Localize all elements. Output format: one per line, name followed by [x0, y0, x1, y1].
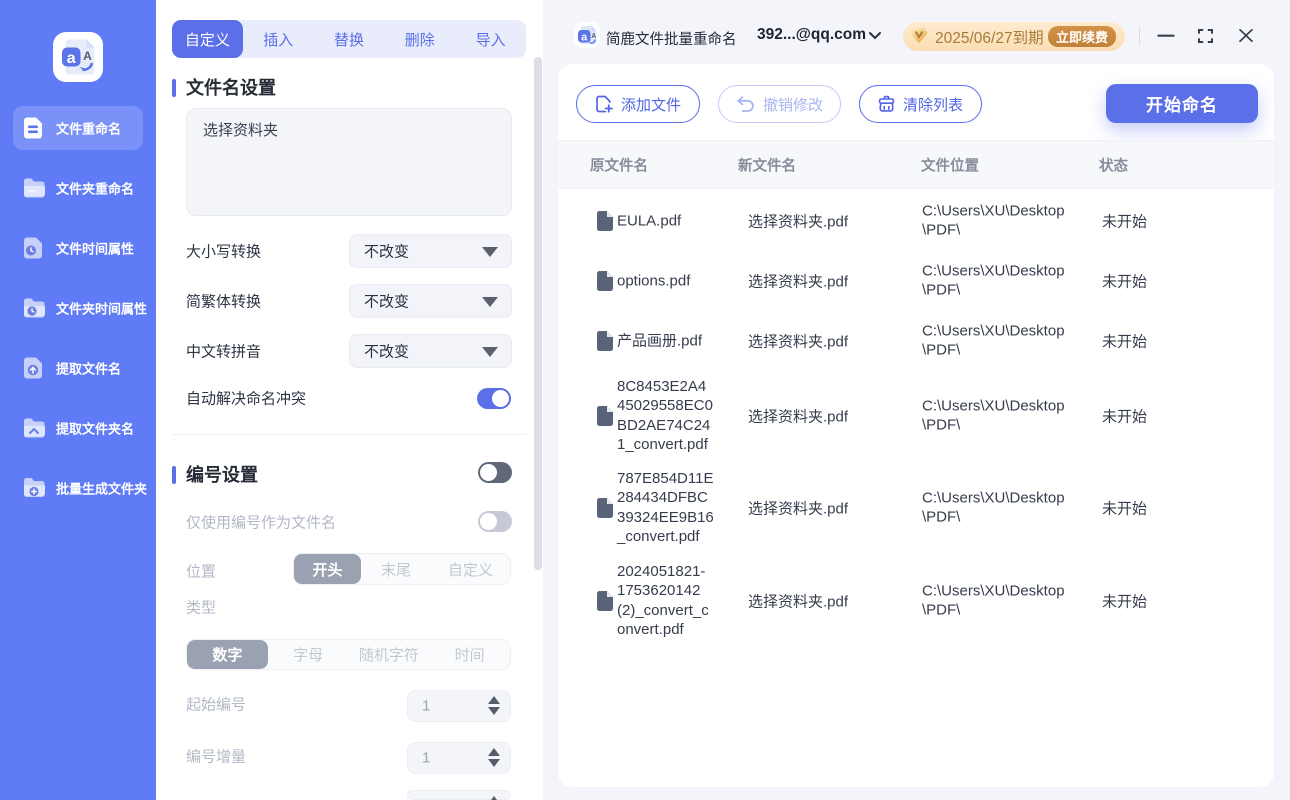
- svg-text:a: a: [67, 50, 76, 67]
- svg-text:A: A: [591, 33, 596, 40]
- svg-text:A: A: [83, 49, 92, 63]
- svg-text:a: a: [581, 31, 588, 43]
